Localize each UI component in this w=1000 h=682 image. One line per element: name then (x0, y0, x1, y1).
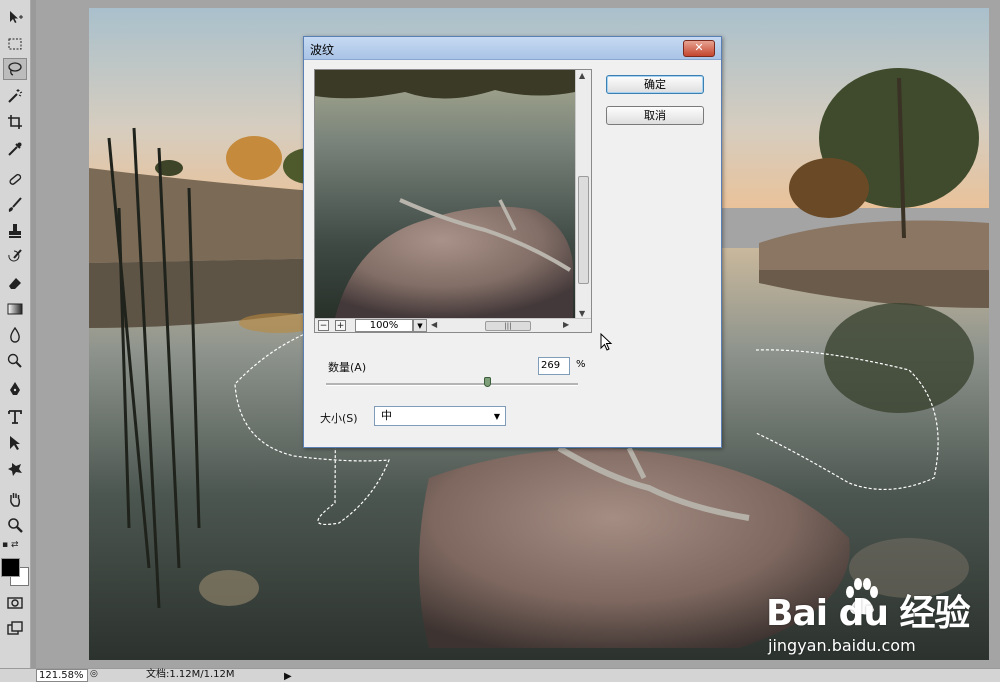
pen-icon (10, 382, 20, 395)
preview-zoom-bar: − + 100% ▼ ◀ ||| ▶ (315, 318, 591, 332)
history-brush-icon (8, 249, 22, 262)
lasso-icon (8, 62, 22, 76)
baidu-jingyan-watermark: Bai du 经验 jingyan.baidu.com (758, 574, 998, 658)
eraser-icon (9, 278, 21, 289)
brush-tool[interactable] (3, 194, 27, 216)
preview-image[interactable] (315, 70, 575, 318)
dodge-tool[interactable] (3, 350, 27, 372)
type-tool[interactable] (3, 406, 27, 428)
path-select-tool[interactable] (3, 432, 27, 454)
shape-tool[interactable] (3, 458, 27, 480)
magic-wand-tool[interactable] (3, 85, 27, 107)
scroll-up-arrow-icon[interactable]: ▲ (579, 71, 585, 80)
tools-panel: ▪ ⇄ (0, 0, 31, 668)
amount-label: 数量(A) (328, 361, 367, 374)
size-label: 大小(S) (320, 412, 358, 425)
crop-icon (8, 115, 22, 129)
foreground-color-swatch-top[interactable] (1, 558, 20, 577)
amount-slider-thumb[interactable] (483, 377, 491, 387)
zoom-icon-small: ◎ (90, 669, 98, 679)
move-icon (10, 11, 23, 23)
amount-input[interactable]: 269 (538, 357, 570, 375)
watermark-brand: Bai du 经验 (766, 593, 971, 634)
hand-tool[interactable] (3, 488, 27, 510)
zoom-level-field[interactable]: 121.58% (36, 669, 88, 682)
mouse-cursor-icon (600, 333, 613, 351)
zoom-tool[interactable] (3, 514, 27, 536)
dialog-title: 波纹 (310, 43, 335, 57)
brush-icon (8, 197, 22, 212)
document-info: 文档:1.12M/1.12M (146, 669, 235, 680)
shape-icon (8, 463, 22, 476)
history-brush-tool[interactable] (3, 246, 27, 268)
chevron-down-icon: ▼ (493, 412, 500, 421)
clone-stamp-tool[interactable] (3, 220, 27, 242)
size-selected-value: 中 (381, 409, 392, 422)
hand-icon (10, 493, 21, 507)
zoom-out-button[interactable]: − (318, 320, 329, 331)
preview-vertical-scrollbar[interactable]: ▲ ▼ (575, 70, 591, 318)
vertical-scroll-thumb[interactable] (578, 176, 589, 284)
dodge-icon (7, 353, 22, 368)
amount-slider-track[interactable] (326, 383, 578, 386)
path-select-icon (10, 436, 20, 450)
crop-tool[interactable] (3, 111, 27, 133)
close-icon: ✕ (694, 41, 704, 54)
eyedropper-icon (8, 142, 22, 156)
status-menu-arrow-icon[interactable]: ▶ (284, 671, 292, 682)
eyedropper-tool[interactable] (3, 138, 27, 160)
ripple-dialog: 波纹 ✕ ▲ ▼ − + 100% ▼ ◀ ||| ▶ 确定 取消 数量(A) … (303, 36, 722, 448)
blur-icon (10, 327, 20, 343)
scroll-right-arrow-icon[interactable]: ▶ (563, 320, 569, 329)
amount-unit: % (576, 359, 586, 370)
dialog-titlebar[interactable]: 波纹 ✕ (304, 37, 721, 60)
scroll-left-arrow-icon[interactable]: ◀ (431, 320, 437, 329)
zoom-dropdown-arrow-icon[interactable]: ▼ (413, 319, 427, 332)
screen-mode-button[interactable] (3, 618, 27, 640)
type-icon (8, 410, 22, 424)
healing-brush-tool[interactable] (3, 168, 27, 190)
ok-button[interactable]: 确定 (606, 75, 704, 94)
zoom-in-button[interactable]: + (335, 320, 346, 331)
lasso-tool[interactable] (3, 58, 27, 80)
clone-stamp-icon (9, 224, 21, 238)
healing-brush-icon (9, 173, 22, 185)
magic-wand-icon (8, 89, 23, 103)
gradient-tool[interactable] (3, 298, 27, 320)
screen-mode-icon (7, 621, 23, 635)
cancel-button[interactable]: 取消 (606, 106, 704, 125)
horizontal-scroll-thumb[interactable]: ||| (485, 321, 531, 331)
zoom-icon (8, 518, 23, 533)
watermark-site: jingyan.baidu.com (768, 636, 916, 655)
preview-photo (315, 70, 575, 318)
marquee-icon (8, 38, 22, 50)
preview-zoom-field[interactable]: 100% (355, 319, 413, 332)
quick-mask-button[interactable] (3, 592, 27, 614)
close-button[interactable]: ✕ (683, 40, 715, 57)
quick-mask-icon (7, 597, 23, 609)
pen-tool[interactable] (3, 378, 27, 400)
gradient-icon (7, 303, 23, 315)
status-bar: 121.58% ◎ 文档:1.12M/1.12M ▶ (0, 668, 1000, 682)
blur-tool[interactable] (3, 324, 27, 346)
filter-preview[interactable]: ▲ ▼ − + 100% ▼ ◀ ||| ▶ (314, 69, 592, 333)
marquee-tool[interactable] (3, 33, 27, 55)
eraser-tool[interactable] (3, 272, 27, 294)
move-tool[interactable] (3, 6, 27, 28)
scroll-down-arrow-icon[interactable]: ▼ (579, 309, 585, 318)
size-select[interactable]: 中 ▼ (374, 406, 506, 426)
swap-colors-control[interactable]: ▪ ⇄ (2, 540, 28, 552)
